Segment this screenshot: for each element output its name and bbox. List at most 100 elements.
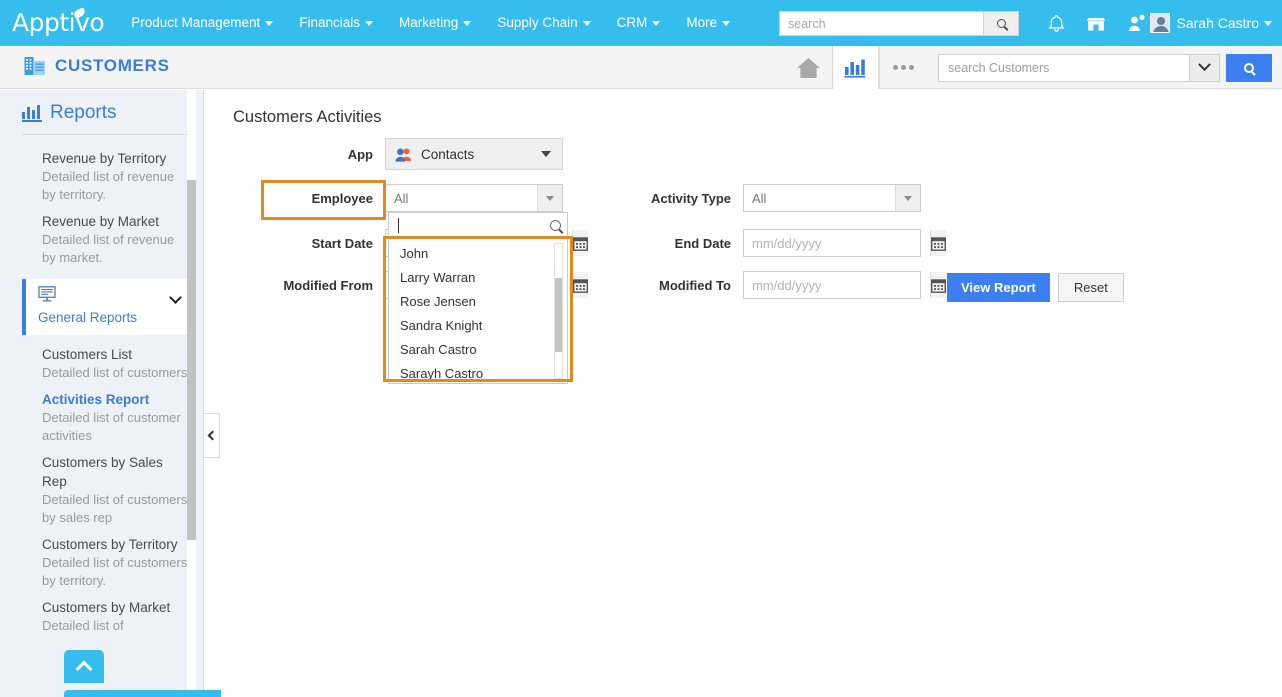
contacts-icon xyxy=(395,147,412,162)
scroll-to-top-button[interactable] xyxy=(64,650,104,683)
field-row-end-date: End Date xyxy=(621,229,921,257)
app-label: App xyxy=(221,147,373,162)
sidebar-item-title: Revenue by Territory xyxy=(42,149,190,168)
chevron-left-icon xyxy=(208,431,218,441)
app-select[interactable]: Contacts xyxy=(385,138,563,170)
sidebar-scrollbar[interactable] xyxy=(187,90,196,697)
sidebar-report-list: Revenue by Territory Detailed list of re… xyxy=(0,145,204,697)
employee-label: Employee xyxy=(221,191,373,206)
employee-dropdown-panel: John Larry Warran Rose Jensen Sandra Kni… xyxy=(388,212,568,384)
user-name-label: Sarah Castro xyxy=(1177,15,1259,31)
end-date-label: End Date xyxy=(621,236,731,251)
sidebar-group-label: General Reports xyxy=(38,309,180,327)
chevron-down-icon xyxy=(365,21,373,26)
monitor-icon xyxy=(38,286,57,302)
sidebar-item-desc: Detailed list of customers by sales rep xyxy=(42,491,190,527)
apptivo-logo-text: Apptivo xyxy=(12,8,104,37)
calendar-icon xyxy=(573,278,588,293)
page-title-bar: CUSTOMERS xyxy=(24,56,170,76)
user-menu[interactable]: Sarah Castro xyxy=(1150,0,1272,46)
end-date-input[interactable] xyxy=(744,235,930,252)
sidebar-item-customers-by-sales-rep[interactable]: Customers by Sales Rep Detailed list of … xyxy=(0,449,204,531)
nav-label: Financials xyxy=(299,15,360,30)
nav-item-supply-chain[interactable]: Supply Chain xyxy=(484,0,603,46)
chevron-down-icon xyxy=(546,196,554,201)
modified-from-calendar-button[interactable] xyxy=(572,272,588,298)
global-search-button[interactable] xyxy=(983,12,1018,35)
text-cursor xyxy=(398,218,399,233)
more-dots-icon[interactable] xyxy=(879,46,926,89)
sidebar-item-desc: Detailed list of revenue by market. xyxy=(42,231,190,267)
employee-select[interactable]: All xyxy=(385,184,563,212)
employee-option-sarayh-castro[interactable]: Sarayh Castro xyxy=(389,362,567,384)
employee-option-sarah-castro[interactable]: Sarah Castro xyxy=(389,338,567,362)
chevron-down-icon xyxy=(463,21,471,26)
modified-to-input[interactable] xyxy=(744,277,930,294)
employee-list-scrollbar-thumb[interactable] xyxy=(555,278,562,352)
reset-button[interactable]: Reset xyxy=(1058,273,1124,302)
apptivo-logo[interactable]: Apptivo xyxy=(12,8,104,37)
sidebar-group-general-reports[interactable]: General Reports xyxy=(22,279,190,335)
sidebar-item-customers-by-market[interactable]: Customers by Market Detailed list of xyxy=(0,594,204,639)
nav-label: More xyxy=(686,15,717,30)
employee-select-value: All xyxy=(386,191,408,206)
employee-select-arrow[interactable] xyxy=(537,185,562,211)
employee-option-john[interactable]: John xyxy=(389,242,567,266)
sidebar-item-revenue-by-market[interactable]: Revenue by Market Detailed list of reven… xyxy=(0,208,204,271)
sidebar-item-title: Customers by Territory xyxy=(42,535,190,554)
sidebar-item-customers-by-territory[interactable]: Customers by Territory Detailed list of … xyxy=(0,531,204,594)
customers-search-button[interactable] xyxy=(1226,54,1272,82)
customers-search-dropdown-button[interactable] xyxy=(1189,55,1219,81)
nav-item-financials[interactable]: Financials xyxy=(286,0,386,46)
chevron-down-icon xyxy=(583,21,591,26)
building-icon xyxy=(24,56,46,76)
customers-search xyxy=(938,54,1220,82)
nav-item-crm[interactable]: CRM xyxy=(604,0,674,46)
global-search xyxy=(779,11,1019,36)
app-header: CUSTOMERS xyxy=(0,46,1282,89)
nav-item-product-management[interactable]: Product Management xyxy=(118,0,286,46)
sidebar-item-activities-report[interactable]: Activities Report Detailed list of custo… xyxy=(0,386,204,449)
sidebar-item-desc: Detailed list of customers by territory. xyxy=(42,554,190,590)
chevron-down-icon xyxy=(722,21,730,26)
sidebar-scrollbar-thumb[interactable] xyxy=(187,180,196,540)
end-date-calendar-button[interactable] xyxy=(930,230,946,256)
activity-type-select-arrow[interactable] xyxy=(895,185,920,211)
sidebar-item-revenue-by-territory[interactable]: Revenue by Territory Detailed list of re… xyxy=(0,145,204,208)
employee-dropdown-search[interactable] xyxy=(388,212,568,239)
nav-item-marketing[interactable]: Marketing xyxy=(386,0,484,46)
view-report-button[interactable]: View Report xyxy=(947,273,1050,302)
sidebar-item-desc: Detailed list of customer activities xyxy=(42,409,190,445)
header-actions xyxy=(785,46,1282,89)
sidebar-item-desc: Detailed list of xyxy=(42,617,190,635)
employee-option-rose-jensen[interactable]: Rose Jensen xyxy=(389,290,567,314)
sidebar-divider xyxy=(22,134,191,135)
store-icon[interactable] xyxy=(1076,0,1116,46)
global-search-input[interactable] xyxy=(780,12,983,35)
nav-item-more[interactable]: More xyxy=(673,0,743,46)
nav-label: Supply Chain xyxy=(497,15,577,30)
nav-label: CRM xyxy=(617,15,648,30)
field-row-app: App Contacts xyxy=(221,138,563,170)
activity-type-select-value: All xyxy=(744,191,766,206)
modified-to-calendar-button[interactable] xyxy=(930,272,946,298)
main-content: Customers Activities App Contacts Employ… xyxy=(221,90,1282,697)
sidebar-heading-label: Reports xyxy=(50,102,117,124)
sidebar-item-customers-list[interactable]: Customers List Detailed list of customer… xyxy=(0,341,204,386)
app-select-value: Contacts xyxy=(421,147,474,162)
employee-list-scrollbar[interactable] xyxy=(554,243,563,379)
search-icon xyxy=(1244,63,1254,73)
customers-search-input[interactable] xyxy=(939,55,1189,81)
employee-option-sandra-knight[interactable]: Sandra Knight xyxy=(389,314,567,338)
bell-icon[interactable] xyxy=(1036,0,1076,46)
start-date-calendar-button[interactable] xyxy=(572,230,588,256)
chevron-down-icon xyxy=(541,151,551,157)
chart-icon[interactable] xyxy=(832,46,879,89)
chevron-up-icon xyxy=(76,661,93,678)
employee-option-larry-warran[interactable]: Larry Warran xyxy=(389,266,567,290)
activity-type-select[interactable]: All xyxy=(743,184,921,212)
top-icon-group xyxy=(1036,0,1156,46)
sidebar-collapse-button[interactable] xyxy=(204,413,220,458)
field-row-activity-type: Activity Type All xyxy=(621,184,921,212)
home-icon[interactable] xyxy=(785,46,832,89)
